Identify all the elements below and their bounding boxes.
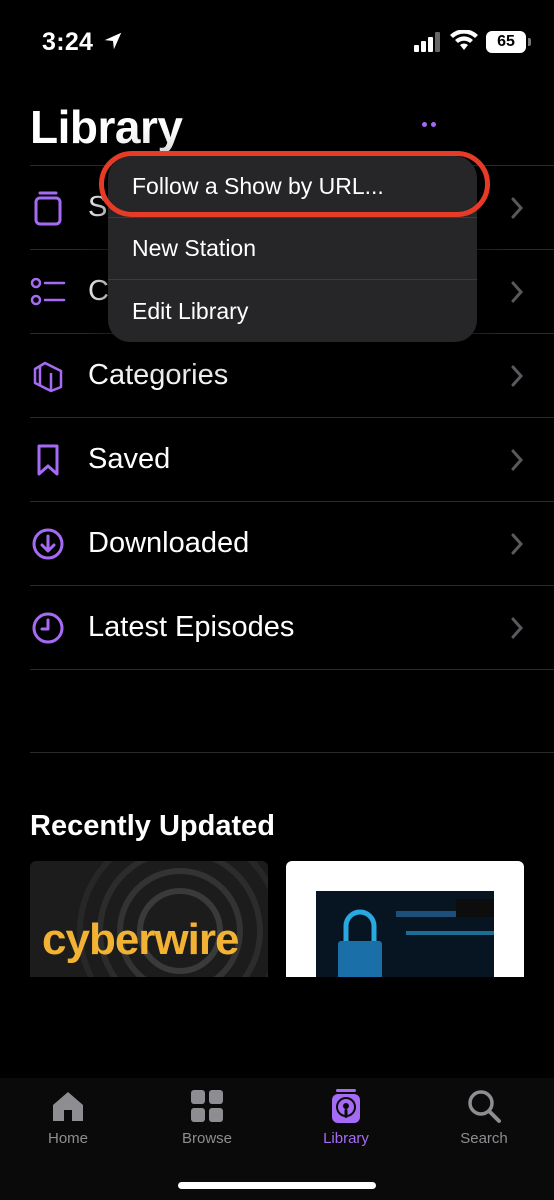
library-item-categories[interactable]: Categories <box>30 333 554 417</box>
show-artwork <box>316 891 494 977</box>
tab-label: Home <box>47 1130 88 1147</box>
more-dot-icon <box>431 121 436 127</box>
library-item-label: Categories <box>88 359 229 391</box>
chevron-right-icon <box>511 449 524 471</box>
recently-updated-title: Recently Updated <box>30 810 275 842</box>
bookmark-icon <box>30 442 66 478</box>
chevron-right-icon <box>511 281 524 303</box>
location-arrow-icon <box>104 32 122 50</box>
chevron-right-icon <box>511 197 524 219</box>
stack-icon <box>30 190 66 226</box>
chevron-right-icon <box>511 365 524 387</box>
category-icon <box>30 358 66 394</box>
show-card-title: cyberwire <box>42 915 239 964</box>
list-icon <box>30 274 66 310</box>
grid-icon <box>191 1090 223 1122</box>
tab-browse[interactable]: Browse <box>157 1084 257 1148</box>
padlock-artwork-icon <box>316 891 494 977</box>
highlight-annotation <box>99 151 490 217</box>
list-spacer <box>30 669 554 753</box>
tab-library[interactable]: Library <box>296 1084 396 1148</box>
battery-level: 65 <box>497 33 515 50</box>
home-indicator[interactable] <box>178 1182 376 1189</box>
tab-label: Search <box>460 1130 508 1147</box>
more-options-button[interactable] <box>404 101 454 147</box>
menu-item-new-station[interactable]: New Station <box>108 218 477 280</box>
library-item-label: Saved <box>88 443 171 475</box>
wifi-icon <box>450 30 478 50</box>
show-card[interactable]: cyberwire <box>30 861 268 977</box>
library-item-latest-episodes[interactable]: Latest Episodes <box>30 585 554 669</box>
podcast-library-icon <box>332 1089 360 1123</box>
more-dot-icon <box>422 121 427 127</box>
chevron-right-icon <box>511 617 524 639</box>
library-item-label: Downloaded <box>88 527 250 559</box>
home-icon <box>53 1092 83 1121</box>
library-item-label: Latest Episodes <box>88 611 295 643</box>
download-icon <box>30 526 66 562</box>
status-time: 3:24 <box>42 28 94 56</box>
menu-item-edit-library[interactable]: Edit Library <box>108 280 477 342</box>
show-card[interactable] <box>286 861 524 977</box>
page-title: Library <box>30 101 183 153</box>
clock-icon <box>30 610 66 646</box>
search-icon <box>468 1090 501 1123</box>
cellular-signal-icon <box>414 32 440 52</box>
tab-search[interactable]: Search <box>434 1084 534 1148</box>
tab-label: Browse <box>181 1130 233 1147</box>
library-item-downloaded[interactable]: Downloaded <box>30 501 554 585</box>
tab-home[interactable]: Home <box>18 1084 118 1148</box>
library-item-saved[interactable]: Saved <box>30 417 554 501</box>
library-item-label: C <box>88 275 109 307</box>
status-bar: 3:24 65 <box>0 0 554 88</box>
chevron-right-icon <box>511 533 524 555</box>
tab-label: Library <box>323 1130 369 1147</box>
battery-indicator: 65 <box>486 31 531 53</box>
